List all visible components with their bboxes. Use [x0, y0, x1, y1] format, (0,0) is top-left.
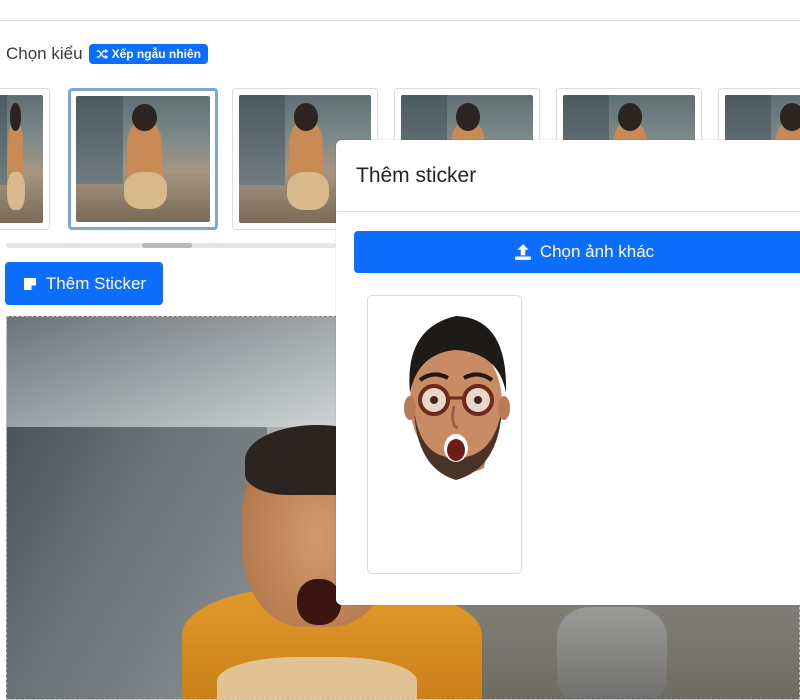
choose-other-image-label: Chọn ảnh khác [539, 242, 655, 261]
shuffle-label: Xếp ngẫu nhiên [111, 47, 201, 61]
choose-other-image-button[interactable]: Chọn ảnh khác [354, 231, 800, 273]
shuffle-button[interactable]: Xếp ngẫu nhiên [88, 44, 208, 64]
shuffle-icon [96, 49, 108, 59]
modal-title: Thêm sticker [356, 163, 477, 187]
surprised-face-sticker [404, 316, 510, 480]
thumbnail-scrollbar[interactable] [6, 243, 336, 248]
sticker-option[interactable] [367, 295, 522, 574]
add-sticker-modal: Thêm sticker Chọn ảnh khác [336, 140, 800, 605]
style-thumbnail[interactable] [0, 88, 50, 230]
add-sticker-label: Thêm Sticker [45, 273, 147, 293]
divider [0, 20, 800, 21]
style-label: Chọn kiểu [6, 44, 83, 63]
style-row: Chọn kiểu Xếp ngẫu nhiên [6, 44, 208, 64]
scrollbar-thumb[interactable] [142, 243, 192, 248]
sticker-icon [23, 277, 36, 290]
add-sticker-button[interactable]: Thêm Sticker [5, 262, 163, 305]
thumbnail-image [0, 95, 43, 223]
style-thumbnail-selected[interactable] [68, 88, 218, 230]
thumbnail-image [76, 96, 210, 222]
modal-header: Thêm sticker [336, 140, 800, 212]
upload-icon [514, 244, 531, 260]
